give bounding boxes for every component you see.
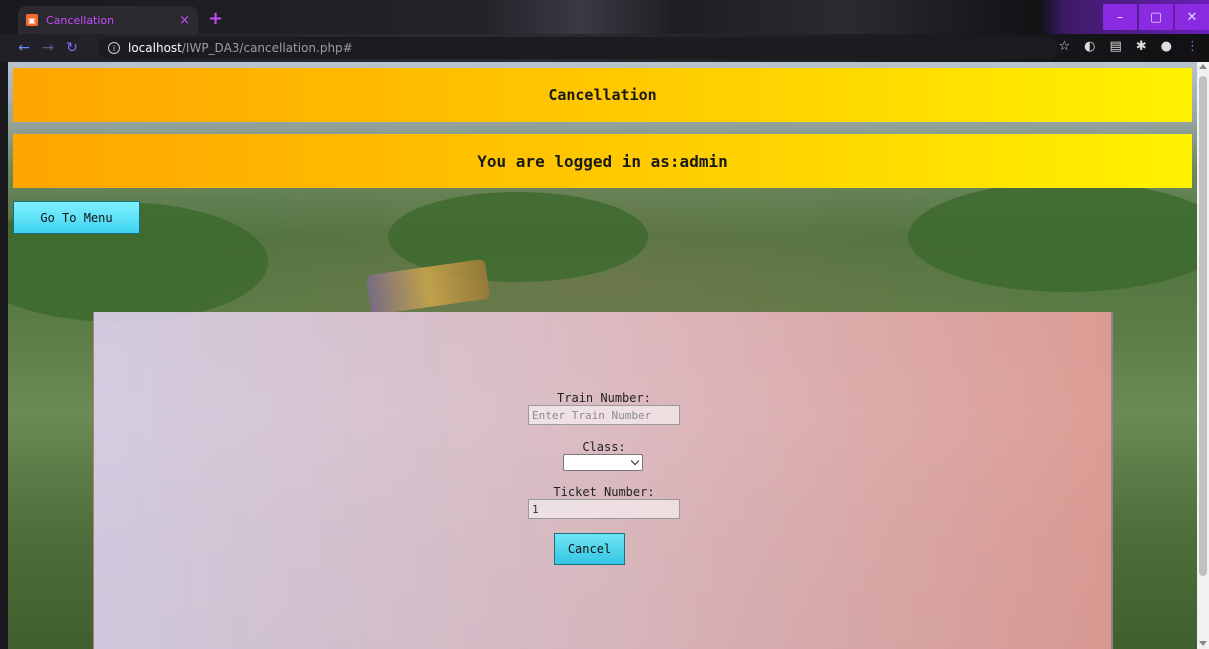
new-tab-button[interactable]: + bbox=[208, 8, 223, 29]
reload-icon[interactable]: ↻ bbox=[60, 40, 84, 56]
browser-titlebar: ▣ Cancellation × + – ▢ ✕ bbox=[0, 0, 1209, 34]
class-label: Class: bbox=[582, 440, 626, 454]
scrollbar-thumb[interactable] bbox=[1199, 76, 1207, 576]
site-info-icon[interactable]: i bbox=[108, 42, 120, 54]
extension-icon[interactable]: ▤ bbox=[1109, 39, 1121, 54]
login-status-banner: You are logged in as:admin bbox=[13, 134, 1192, 188]
browser-menu-icon[interactable]: ⋮ bbox=[1186, 39, 1199, 54]
browser-toolbar: ← → ↻ i localhost/IWP_DA3/cancellation.p… bbox=[0, 34, 1209, 62]
train-number-input[interactable] bbox=[528, 405, 680, 425]
train-number-label: Train Number: bbox=[557, 391, 651, 405]
background-train bbox=[365, 258, 491, 316]
close-window-button[interactable]: ✕ bbox=[1175, 4, 1209, 30]
url-text: localhost/IWP_DA3/cancellation.php# bbox=[128, 41, 353, 55]
tab-close-icon[interactable]: × bbox=[179, 13, 190, 28]
background-hill bbox=[908, 182, 1197, 292]
minimize-button[interactable]: – bbox=[1103, 4, 1137, 30]
scroll-down-arrow-icon[interactable] bbox=[1199, 641, 1207, 646]
url-host: localhost bbox=[128, 41, 182, 55]
ticket-number-input[interactable] bbox=[528, 499, 680, 519]
cancellation-form-panel: Train Number: Class: Ticket Number: Canc… bbox=[93, 312, 1113, 649]
chevron-down-icon bbox=[630, 456, 640, 466]
address-bar[interactable]: i localhost/IWP_DA3/cancellation.php# bbox=[98, 37, 1058, 59]
browser-tab[interactable]: ▣ Cancellation × bbox=[18, 6, 198, 34]
url-path: /IWP_DA3/cancellation.php# bbox=[181, 41, 353, 55]
ticket-number-label: Ticket Number: bbox=[553, 485, 655, 499]
back-arrow-icon[interactable]: ← bbox=[12, 40, 36, 56]
scroll-up-arrow-icon[interactable] bbox=[1199, 64, 1207, 69]
dark-mode-extension-icon[interactable]: ◐ bbox=[1084, 39, 1095, 54]
page-scrollbar[interactable] bbox=[1197, 62, 1209, 649]
page-favicon-icon: ▣ bbox=[26, 14, 38, 26]
toolbar-icons: ☆ ◐ ▤ ✱ ● ⋮ bbox=[1058, 39, 1199, 54]
profile-avatar-icon[interactable]: ● bbox=[1161, 39, 1172, 54]
class-select[interactable] bbox=[563, 454, 643, 471]
cancel-button[interactable]: Cancel bbox=[554, 533, 625, 565]
maximize-button[interactable]: ▢ bbox=[1139, 4, 1173, 30]
forward-arrow-icon[interactable]: → bbox=[36, 40, 60, 56]
page-viewport: Cancellation You are logged in as:admin … bbox=[8, 62, 1197, 649]
go-to-menu-button[interactable]: Go To Menu bbox=[13, 201, 140, 234]
page-title: Cancellation bbox=[13, 68, 1192, 122]
window-controls: – ▢ ✕ bbox=[1103, 4, 1209, 30]
tab-title: Cancellation bbox=[46, 13, 115, 27]
bookmark-star-icon[interactable]: ☆ bbox=[1058, 39, 1070, 54]
puzzle-extensions-icon[interactable]: ✱ bbox=[1136, 39, 1147, 54]
